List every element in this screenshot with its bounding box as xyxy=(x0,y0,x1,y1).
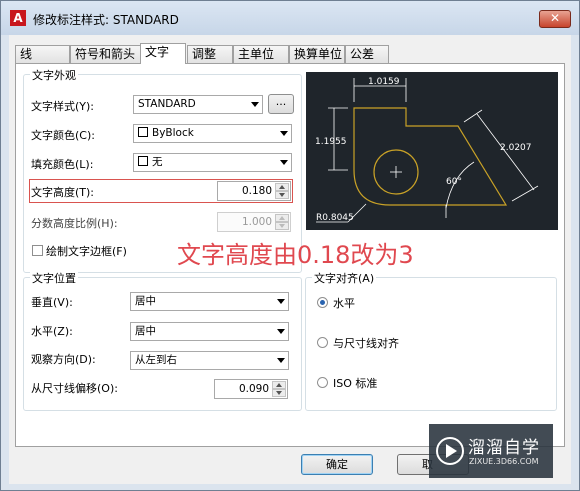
color-swatch-icon xyxy=(138,127,148,137)
dim-left-text: 1.1955 xyxy=(315,137,347,147)
dim-top-text: 1.0159 xyxy=(368,77,400,87)
watermark-url: ZIXUE.3D66.COM xyxy=(469,457,539,466)
tab-symbols-arrows[interactable]: 符号和箭头 xyxy=(70,45,143,63)
view-direction-select[interactable]: 从左到右 xyxy=(130,351,289,370)
draw-frame-label: 绘制文字边框(F) xyxy=(46,245,127,258)
tab-text[interactable]: 文字 xyxy=(140,43,186,64)
preview-pane: 1.0159 1.1955 2.0207 60° R0.8045 xyxy=(306,72,558,230)
align-dimline-label: 与尺寸线对齐 xyxy=(333,337,399,350)
watermark: 溜溜自学 ZIXUE.3D66.COM xyxy=(429,424,553,478)
tab-fit[interactable]: 调整 xyxy=(187,45,233,63)
ok-button[interactable]: 确定 xyxy=(301,454,373,475)
spin-down-icon[interactable] xyxy=(275,191,289,199)
chevron-down-icon xyxy=(277,299,285,304)
dim-slant-text: 2.0207 xyxy=(500,143,532,153)
text-color-select[interactable]: ByBlock xyxy=(133,124,292,143)
spin-up-icon[interactable] xyxy=(272,381,286,389)
edit-annotation: 文字高度由0.18改为3 xyxy=(177,241,414,269)
dim-radius-text: R0.8045 xyxy=(316,213,354,223)
chevron-down-icon xyxy=(280,131,288,136)
chevron-down-icon xyxy=(280,160,288,165)
autocad-app-icon: A xyxy=(10,10,26,26)
spin-down-icon xyxy=(275,222,289,230)
fill-color-label: 填充颜色(L): xyxy=(31,158,94,171)
text-appearance-title: 文字外观 xyxy=(30,67,78,83)
spin-up-icon xyxy=(275,214,289,222)
chevron-down-icon xyxy=(277,358,285,363)
tab-tolerances[interactable]: 公差 xyxy=(345,45,389,63)
align-dimline-radio[interactable] xyxy=(317,337,328,348)
text-height-label: 文字高度(T): xyxy=(31,186,95,199)
fraction-height-label: 分数高度比例(H): xyxy=(31,217,118,230)
fraction-height-input: 1.000 xyxy=(217,212,291,232)
tab-primary-units[interactable]: 主单位 xyxy=(233,45,289,63)
spin-up-icon[interactable] xyxy=(275,183,289,191)
spin-down-icon[interactable] xyxy=(272,389,286,397)
offset-label: 从尺寸线偏移(O): xyxy=(31,382,118,395)
dimension-preview-drawing: 1.0159 1.1955 2.0207 60° R0.8045 xyxy=(315,77,539,223)
offset-input[interactable]: 0.090 xyxy=(214,379,288,399)
title-bar: A 修改标注样式: STANDARD ✕ xyxy=(1,1,579,35)
view-direction-label: 观察方向(D): xyxy=(31,353,96,366)
watermark-brand: 溜溜自学 xyxy=(468,438,540,458)
dialog-window: A 修改标注样式: STANDARD ✕ 线 符号和箭头 文字 调整 主单位 换… xyxy=(0,0,580,491)
align-iso-label: ISO 标准 xyxy=(333,377,378,390)
chevron-down-icon xyxy=(277,329,285,334)
vertical-label: 垂直(V): xyxy=(31,296,73,309)
align-horizontal-radio[interactable] xyxy=(317,297,328,308)
draw-frame-checkbox[interactable] xyxy=(32,245,43,256)
dim-angle-text: 60° xyxy=(446,177,462,187)
text-style-browse-button[interactable]: ... xyxy=(268,94,294,114)
vertical-select[interactable]: 居中 xyxy=(130,292,289,311)
align-horizontal-label: 水平 xyxy=(333,297,355,310)
play-logo-icon xyxy=(436,437,464,465)
fill-color-select[interactable]: 无 xyxy=(133,153,292,172)
tab-alternate-units[interactable]: 换算单位 xyxy=(289,45,345,63)
window-title: 修改标注样式: STANDARD xyxy=(33,13,179,27)
horizontal-select[interactable]: 居中 xyxy=(130,322,289,341)
tab-lines-bg: 线 xyxy=(15,45,70,63)
text-color-label: 文字颜色(C): xyxy=(31,129,95,142)
text-alignment-title: 文字对齐(A) xyxy=(312,270,377,286)
align-iso-radio[interactable] xyxy=(317,377,328,388)
text-height-input[interactable]: 0.180 xyxy=(217,181,291,201)
close-button[interactable]: ✕ xyxy=(539,10,571,28)
text-style-select[interactable]: STANDARD xyxy=(133,95,263,114)
chevron-down-icon xyxy=(251,102,259,107)
text-placement-group: 文字位置 垂直(V): 居中 水平(Z): 居中 观察方向(D): 从左到右 从… xyxy=(23,270,302,411)
text-style-label: 文字样式(Y): xyxy=(31,100,95,113)
text-placement-title: 文字位置 xyxy=(30,270,78,286)
color-swatch-icon xyxy=(138,156,148,166)
horizontal-label: 水平(Z): xyxy=(31,325,73,338)
text-alignment-group: 文字对齐(A) 水平 与尺寸线对齐 ISO 标准 xyxy=(305,270,557,411)
